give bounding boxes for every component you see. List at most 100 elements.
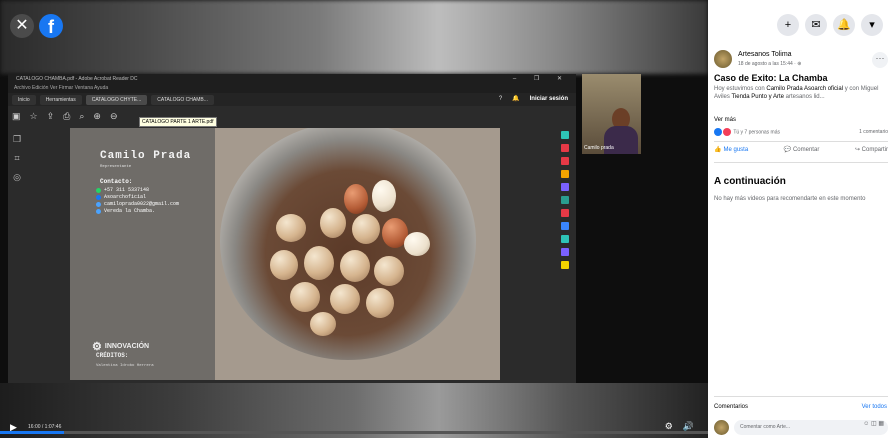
see-more-link[interactable]: Ver más [714,117,736,123]
bell-icon: 🔔 [512,96,520,102]
card-role: Representante [100,165,132,169]
clay-bead [270,250,298,280]
comments-count[interactable]: 1 comentario [859,129,888,135]
layers-icon: ◎ [13,172,21,182]
tool-icon [561,209,569,217]
tool-icon [561,222,569,230]
video-progress-fill [0,431,64,434]
reader-header-right: ? 🔔 Iniciar sesión [498,95,568,103]
gear-icon: ⚙ [92,341,102,353]
location-icon [96,208,101,214]
whatsapp-icon [96,187,101,193]
tool-icon [561,196,569,204]
tool-icon [561,235,569,243]
help-icon: ? [498,95,503,102]
reader-left-rail: ❒ ⌗ ◎ [8,126,26,383]
phone-line: +57 311 5337148 [96,187,179,193]
innovation-logo: ⚙ INNOVACIÓN [92,341,150,353]
window-menu: Archivo Edición Ver Firmar Ventana Ayuda [8,84,576,93]
comment-icon: 💬 [783,147,792,153]
star-icon: ☆ [29,110,38,121]
up-next-title: A continuación [714,176,786,187]
mail-icon [96,201,101,207]
clay-bead [344,184,368,214]
bell-icon[interactable]: 🔔 [833,14,855,36]
reactions-row: Tú y 7 personas más 1 comentario [714,128,888,136]
tool-icon [561,248,569,256]
tab-tooltip: CATALOGO PARTE 1 ARTE.pdf [139,117,217,127]
comment-button[interactable]: 💬 Comentar [784,146,820,153]
tab-home: Inicio [12,94,36,105]
page-avatar[interactable] [714,50,732,68]
screen-share: CATALOGO CHAMBA.pdf - Adobe Acrobat Read… [8,74,576,383]
clay-bead [366,288,394,318]
more-options-button[interactable]: ··· [872,52,888,68]
share-button[interactable]: ↪ Compartir [855,146,888,153]
tab-tools: Herramientas [39,94,82,105]
close-icon[interactable]: ✕ [10,14,34,38]
like-button[interactable]: 👍 Me gusta [714,146,748,154]
video-time: 16:00 / 1:07:46 [28,424,62,430]
reader-right-rail [554,126,576,383]
camera-label: Camilo prada [584,145,614,151]
emoji-icons[interactable]: ☺ ◫ ▦ [863,420,884,427]
clay-bead [404,232,430,256]
plus-icon[interactable]: + [777,14,799,36]
clay-bead [290,282,320,312]
page-name[interactable]: Artesanos Tolima [738,51,792,58]
clay-bead [304,246,334,280]
tab-doc-1: CATALOGO CHYTE... [85,94,148,105]
reactions-count[interactable]: Tú y 7 personas más [733,129,780,135]
comment-composer: Comentar como Arte... ☺ ◫ ▦ [714,420,888,436]
credit-name: Valentina Idrobo Herrera [96,364,154,368]
post-actions: 👍 Me gusta 💬 Comentar ↪ Compartir [714,146,888,154]
signin-link: Iniciar sesión [529,95,568,102]
post-body: Hoy estuvimos con Camilo Prada Asoarch o… [714,86,879,100]
video-progress[interactable] [0,431,708,434]
post-sidebar: + ✉ 🔔 ▾ Artesanos Tolima 18 de agosto a … [708,0,893,438]
card-contact: Contacto: +57 311 5337148 Asoarchoficial… [96,178,179,214]
divider [714,141,888,142]
reader-tabs: Inicio Herramientas CATALOGO CHYTE... CA… [8,93,576,106]
clay-bead [374,256,404,286]
window-title: CATALOGO CHAMBA.pdf - Adobe Acrobat Read… [8,74,576,84]
divider [714,162,888,163]
clay-bead [276,214,306,242]
pdf-page: Camilo Prada Representante Contacto: +57… [70,128,500,380]
credits-label: CRÉDITOS: [96,352,129,359]
search-icon: ⌕ [79,110,85,121]
see-all-link[interactable]: Ver todos [862,404,887,410]
reader-toolbar: ▣ ☆ ⇪ ⎙ ⌕ ⊕ ⊖ CATALOGO PARTE 1 ARTE.pdf [8,106,576,127]
tool-icon [561,157,569,165]
user-avatar [714,420,729,435]
facebook-icon [96,194,101,200]
share-icon: ↪ [854,147,860,153]
video-blur-top [0,0,708,74]
video-blur-bottom [0,383,708,438]
clay-bead [340,250,370,282]
print-icon: ⎙ [63,110,71,121]
contact-label: Contacto: [100,178,133,185]
mention-link[interactable]: Tienda Punto y Arte [731,94,783,100]
mention-link[interactable]: Camilo Prada Asoarch oficial [766,86,843,92]
up-icon: ⊕ [93,110,101,121]
window-controls: – ❐ ✕ [512,76,570,82]
post-title: Caso de Exito: La Chamba [714,73,828,83]
clay-bead [372,180,396,212]
up-next-empty: No hay más videos para recomendarte en e… [714,196,866,202]
clay-bead [310,312,336,336]
facebook-logo-icon[interactable]: f [39,14,63,38]
social-line: Asoarchoficial [96,194,179,200]
email-line: camiloprada0022@gmail.com [96,201,179,207]
video-player[interactable]: ✕ f CATALOGO CHAMBA.pdf - Adobe Acrobat … [0,0,708,438]
presenter-camera: Camilo prada [582,74,641,154]
clay-bead [320,208,346,238]
pages-icon: ❒ [12,134,22,144]
chevron-down-icon[interactable]: ▾ [861,14,883,36]
upload-icon: ⇪ [46,110,55,121]
messenger-icon[interactable]: ✉ [805,14,827,36]
post-date[interactable]: 18 de agosto a las 15:44 · ⊕ [738,61,801,67]
like-reaction-icon [714,128,722,136]
tool-icon [561,170,569,178]
tool-icon [561,144,569,152]
